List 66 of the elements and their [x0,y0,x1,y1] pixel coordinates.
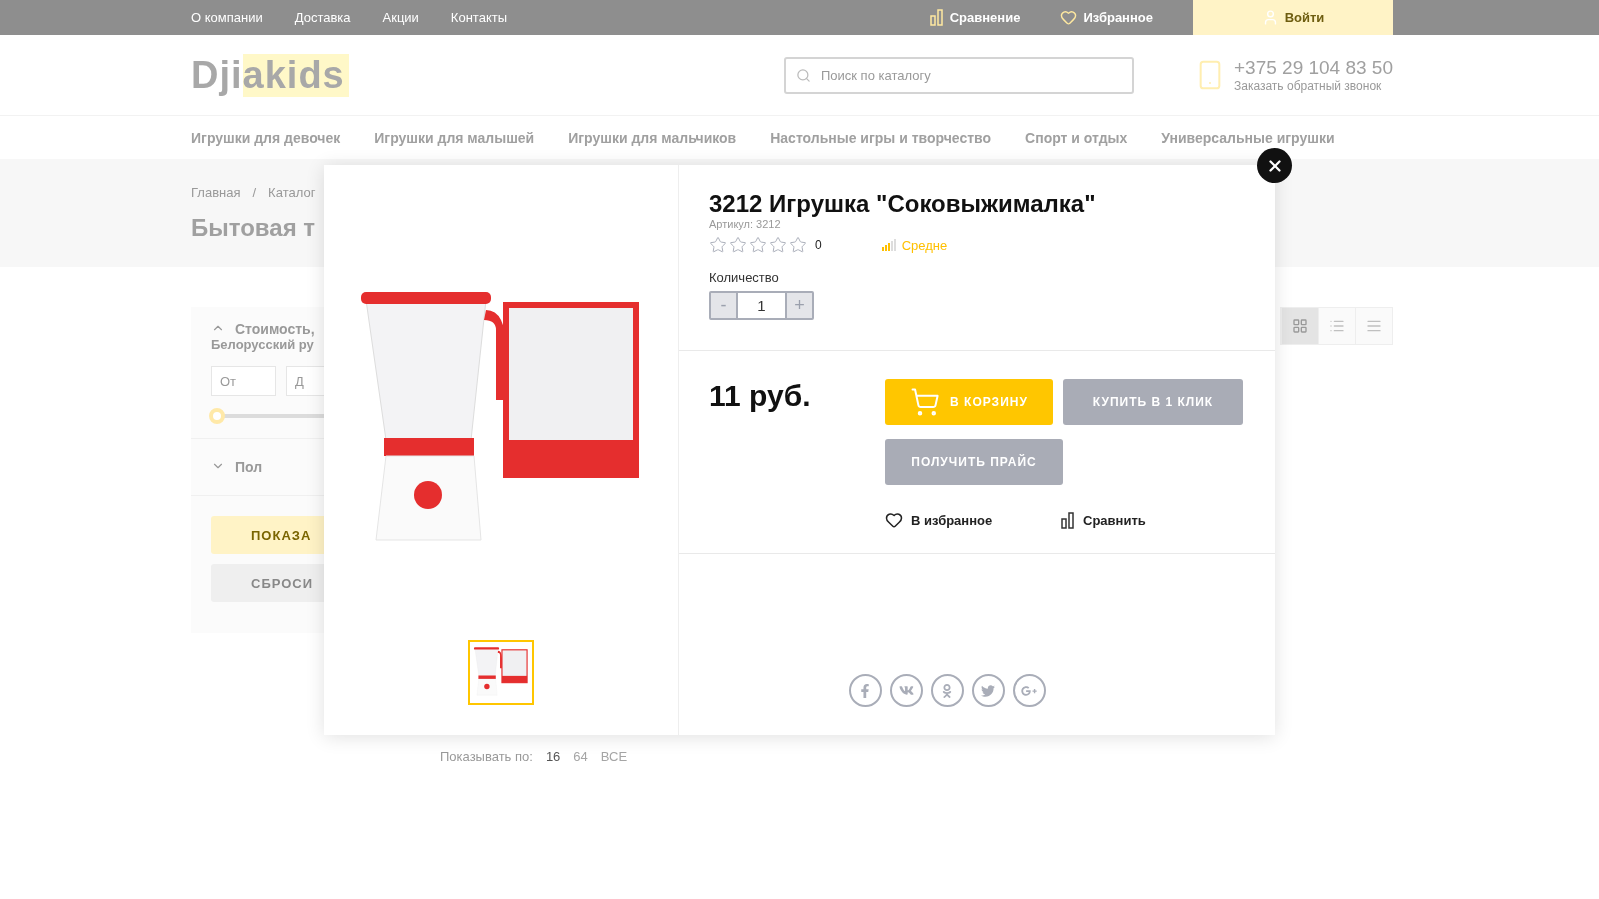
quantity-label: Количество [709,270,780,285]
nav-item[interactable]: Игрушки для малышей [374,129,535,146]
star-icon [709,236,727,254]
add-to-cart-button[interactable]: В КОРЗИНУ [885,379,1053,425]
product-thumbnail[interactable] [468,640,534,705]
twitter-icon[interactable] [971,674,1005,707]
top-link[interactable]: Контакты [450,10,507,25]
callback-link[interactable]: Заказать обратный звонок [1234,79,1393,93]
compare-link[interactable]: Сравнение [929,9,1021,26]
page-size-option[interactable]: 16 [545,749,561,764]
vk-icon[interactable] [889,674,923,707]
close-button[interactable] [1257,148,1292,183]
nav-item[interactable]: Спорт и отдых [1025,129,1128,146]
filter-section-toggle[interactable]: Стоимость, [191,321,351,337]
view-mode-button[interactable] [1355,308,1392,344]
grid-icon [1292,318,1308,334]
heart-icon [1060,9,1078,26]
filter-subtitle: Белорусский ру [210,337,315,352]
page-title: Бытовая т [191,214,316,242]
page-size-option[interactable]: 64 [573,749,588,764]
top-link[interactable]: Доставка [294,10,351,25]
nav-item[interactable]: Игрушки для мальчиков [568,129,737,146]
buy-one-click-button[interactable]: КУПИТЬ В 1 КЛИК [1063,379,1243,425]
star-icon [769,236,787,254]
star-icon [729,236,747,254]
price-slider-thumb[interactable] [209,408,225,424]
search-icon [796,67,811,83]
view-mode-button[interactable] [1318,308,1355,344]
stock-status: Средне [901,237,948,253]
compare-icon [929,9,944,26]
get-price-button[interactable]: ПОЛУЧИТЬ ПРАЙС [885,439,1063,485]
star-icon [789,236,807,254]
article-number: Артикул: 3212 [709,218,782,230]
search-bar[interactable]: Поиск по каталогу [784,56,1134,94]
lines-icon [1366,318,1382,334]
odnoklassniki-icon[interactable] [930,674,964,707]
compare-link[interactable]: Сравнить [1061,511,1237,529]
heart-icon [885,511,903,529]
price-from-field[interactable]: От [211,366,276,396]
nav-item[interactable]: Универсальные игрушки [1161,129,1335,146]
view-mode-button[interactable] [1281,308,1318,344]
breadcrumb-separator: / [252,185,257,200]
product-title: 3212 Игрушка "Соковыжималка" [709,190,1097,218]
star-icon [749,236,767,254]
breadcrumb-link[interactable]: Каталог [268,185,316,200]
login-button[interactable]: Войти [1193,0,1393,35]
add-to-favorites-link[interactable]: В избранное [885,511,1061,529]
page-size-option[interactable]: ВСЕ [600,749,628,764]
facebook-icon[interactable] [848,674,882,707]
list-icon [1329,318,1345,334]
compare-icon [1061,511,1075,529]
nav-item[interactable]: Настольные игры и творчество [770,129,992,146]
stock-level-icon [881,239,896,251]
google-plus-icon[interactable] [1012,674,1046,707]
review-count: 0 [815,238,822,252]
phone-number: +375 29 104 83 50 [1234,57,1393,79]
top-link[interactable]: Акции [382,10,419,25]
breadcrumb-link[interactable]: Главная [191,185,241,200]
nav-item[interactable]: Игрушки для девочек [191,129,341,146]
favorites-link[interactable]: Избранное [1060,9,1153,26]
top-link[interactable]: О компании [191,10,263,25]
page-size-label: Показывать по: [440,749,533,764]
star-rating[interactable] [709,236,807,254]
cart-icon [910,387,941,417]
filter-section-toggle[interactable]: Пол [191,459,351,475]
product-price: 11 руб. [709,379,812,414]
